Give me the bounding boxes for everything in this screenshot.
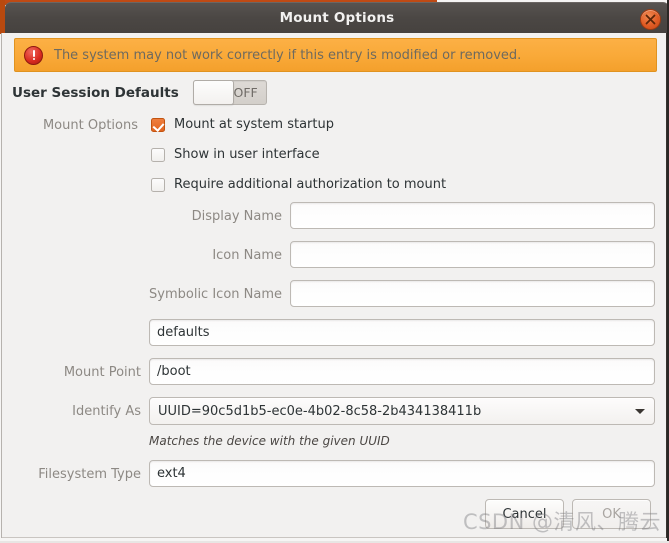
checkbox-label: Require additional authorization to moun… [174, 177, 447, 192]
checkbox-mount-at-system-startup[interactable]: Mount at system startup [151, 117, 334, 132]
toggle-knob [192, 80, 234, 105]
display-name-input[interactable] [290, 202, 655, 229]
identify-as-combobox[interactable]: UUID=90c5d1b5-ec0e-4b02-8c58-2b434138411… [149, 397, 655, 425]
filesystem-type-label: Filesystem Type [38, 467, 141, 482]
dialog-body: The system may not work correctly if thi… [1, 33, 667, 538]
mount-options-label: Mount Options [42, 118, 138, 133]
mount-options-dialog-window: Mount Options The system may not work co… [0, 0, 669, 543]
checkbox-icon [151, 177, 165, 192]
chevron-down-icon [635, 409, 645, 414]
close-icon[interactable] [640, 9, 661, 30]
title-bar: Mount Options [5, 2, 669, 33]
mount-point-input[interactable] [149, 358, 655, 385]
identify-as-value: UUID=90c5d1b5-ec0e-4b02-8c58-2b434138411… [158, 403, 482, 419]
dialog-bottom-edge [2, 534, 666, 538]
user-session-defaults-row: User Session Defaults OFF [12, 80, 267, 105]
checkbox-icon [151, 147, 165, 162]
cancel-button[interactable]: Cancel [485, 499, 564, 529]
symbolic-icon-name-label: Symbolic Icon Name [149, 287, 282, 302]
warning-message: The system may not work correctly if thi… [54, 47, 522, 63]
identify-as-label: Identify As [72, 404, 141, 419]
checkbox-icon [151, 117, 165, 132]
checkbox-label: Show in user interface [174, 147, 320, 162]
checkbox-show-in-user-interface[interactable]: Show in user interface [151, 147, 320, 162]
window-title: Mount Options [279, 10, 395, 26]
symbolic-icon-name-input[interactable] [290, 280, 655, 307]
icon-name-input[interactable] [290, 241, 655, 268]
icon-name-label: Icon Name [212, 248, 282, 263]
checkbox-label: Mount at system startup [174, 117, 334, 132]
ok-button[interactable]: OK [572, 499, 651, 529]
checkbox-require-additional-authorization[interactable]: Require additional authorization to moun… [151, 177, 446, 192]
user-session-defaults-toggle[interactable]: OFF [192, 80, 267, 105]
error-icon [24, 45, 43, 65]
identify-as-hint: Matches the device with the given UUID [149, 434, 390, 448]
mount-options-input[interactable] [149, 319, 655, 346]
warning-infobar: The system may not work correctly if thi… [14, 38, 657, 72]
mount-point-label: Mount Point [63, 365, 141, 380]
close-glyph [645, 14, 656, 25]
user-session-defaults-label: User Session Defaults [12, 84, 179, 101]
toggle-state-label: OFF [233, 85, 258, 100]
filesystem-type-input[interactable] [149, 460, 655, 487]
display-name-label: Display Name [191, 209, 282, 224]
